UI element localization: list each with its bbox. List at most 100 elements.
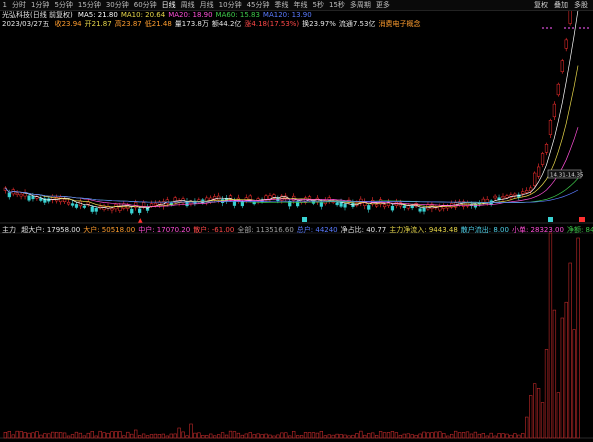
volume-bar <box>418 433 422 439</box>
ma-label-4: MA120: 13.90 <box>262 11 312 19</box>
volume-bar <box>525 416 529 439</box>
tab-0[interactable]: 1 <box>0 0 9 10</box>
volume-bar <box>193 432 197 439</box>
tab-10[interactable]: 10分钟 <box>216 0 244 10</box>
candle <box>544 143 549 153</box>
ma-label-0: MA5: 21.80 <box>77 11 118 19</box>
volume-bar <box>501 433 505 439</box>
candle <box>485 199 489 203</box>
candle <box>493 195 497 199</box>
volume-bar <box>434 431 438 439</box>
candle <box>110 208 114 211</box>
volume-bar <box>280 432 284 439</box>
tab-4[interactable]: 15分钟 <box>75 0 103 10</box>
volume-bar <box>529 395 533 439</box>
toolbar-action-1[interactable]: 叠加 <box>551 0 571 10</box>
volume-bar <box>552 309 557 439</box>
volume-bar <box>505 433 509 439</box>
tab-11[interactable]: 45分钟 <box>244 0 272 10</box>
candle <box>339 201 343 207</box>
volume-bar <box>43 433 47 439</box>
tab-13[interactable]: 年线 <box>291 0 310 10</box>
ma-line-20 <box>5 127 579 208</box>
volume-bar <box>378 431 383 439</box>
volume-bar <box>442 433 446 439</box>
candle <box>505 195 509 198</box>
volume-bar <box>307 432 312 439</box>
volume-bar <box>110 431 114 439</box>
volume-bar <box>169 433 173 439</box>
candle <box>390 205 395 211</box>
volume-bar <box>489 432 493 439</box>
volume-bar <box>382 432 387 439</box>
candle <box>375 204 379 207</box>
candle <box>15 192 19 195</box>
volume-bar <box>311 432 316 439</box>
candle <box>63 198 67 203</box>
tab-17[interactable]: 更多 <box>373 0 392 10</box>
tab-15[interactable]: 15秒 <box>326 0 347 10</box>
volume-bar <box>102 432 106 439</box>
volume-bar <box>477 433 482 439</box>
volume-bars <box>3 232 580 439</box>
quote-field-9: 消费电子概念 <box>378 20 421 28</box>
volume-bar <box>481 433 485 439</box>
volume-bar <box>292 430 296 439</box>
indicator-field-5: 总户: 44240 <box>296 226 338 234</box>
volume-bar <box>126 431 130 439</box>
tab-8[interactable]: 周线 <box>178 0 197 10</box>
candle <box>130 208 134 214</box>
quote-date: 2023/03/27五 <box>2 20 50 28</box>
volume-bar <box>70 434 75 439</box>
kline-chart[interactable]: ▲ 14.31-14.35 <box>0 0 593 442</box>
tab-12[interactable]: 季线 <box>272 0 291 10</box>
candle <box>59 196 63 203</box>
volume-bar <box>260 434 264 439</box>
volume-bar <box>410 434 414 439</box>
tab-2[interactable]: 1分钟 <box>28 0 51 10</box>
candle <box>556 83 560 96</box>
candle <box>7 192 11 198</box>
quote-field-0: 收23.94 <box>54 20 82 28</box>
candle <box>367 205 371 210</box>
signal-markers: ▲ <box>138 6 589 224</box>
candle <box>402 205 406 208</box>
quote-info-row: 2023/03/27五 收23.94 开21.87 高23.87 低21.48 量173… <box>2 20 423 29</box>
tab-9[interactable]: 月线 <box>197 0 216 10</box>
tab-5[interactable]: 30分钟 <box>103 0 131 10</box>
volume-bar <box>572 329 576 439</box>
volume-bar <box>157 434 162 439</box>
volume-bar <box>461 432 466 439</box>
tab-7[interactable]: 日线 <box>159 0 178 10</box>
volume-bar <box>457 432 462 439</box>
candle <box>410 205 414 209</box>
volume-bar <box>236 432 241 439</box>
quote-field-1: 开21.87 <box>84 20 112 28</box>
tab-16[interactable]: 多周期 <box>347 0 373 10</box>
tab-1[interactable]: 分时 <box>9 0 28 10</box>
indicator-field-2: 中户: 17070.20 <box>138 226 191 234</box>
toolbar-action-0[interactable]: 复权 <box>531 0 551 10</box>
candle <box>560 60 564 73</box>
volume-bar <box>220 432 225 439</box>
volume-bar <box>7 431 11 439</box>
candle <box>70 203 75 206</box>
volume-bar <box>497 433 501 439</box>
volume-bar <box>35 431 39 439</box>
volume-bar <box>181 431 185 439</box>
volume-bar <box>3 432 8 439</box>
indicator-field-0: 超大户: 17958.00 <box>21 226 81 234</box>
volume-bar <box>450 433 454 439</box>
volume-bar <box>548 232 553 439</box>
volume-bar <box>430 432 434 439</box>
tab-3[interactable]: 5分钟 <box>52 0 75 10</box>
tab-14[interactable]: 5秒 <box>310 0 326 10</box>
volume-bar <box>217 434 221 439</box>
volume-bar <box>339 434 343 439</box>
candle <box>533 172 537 186</box>
quote-field-8: 流通7.53亿 <box>338 20 376 28</box>
candle <box>86 201 90 205</box>
toolbar-action-2[interactable]: 多股 <box>571 0 591 10</box>
candle <box>138 208 142 213</box>
tab-6[interactable]: 60分钟 <box>131 0 159 10</box>
